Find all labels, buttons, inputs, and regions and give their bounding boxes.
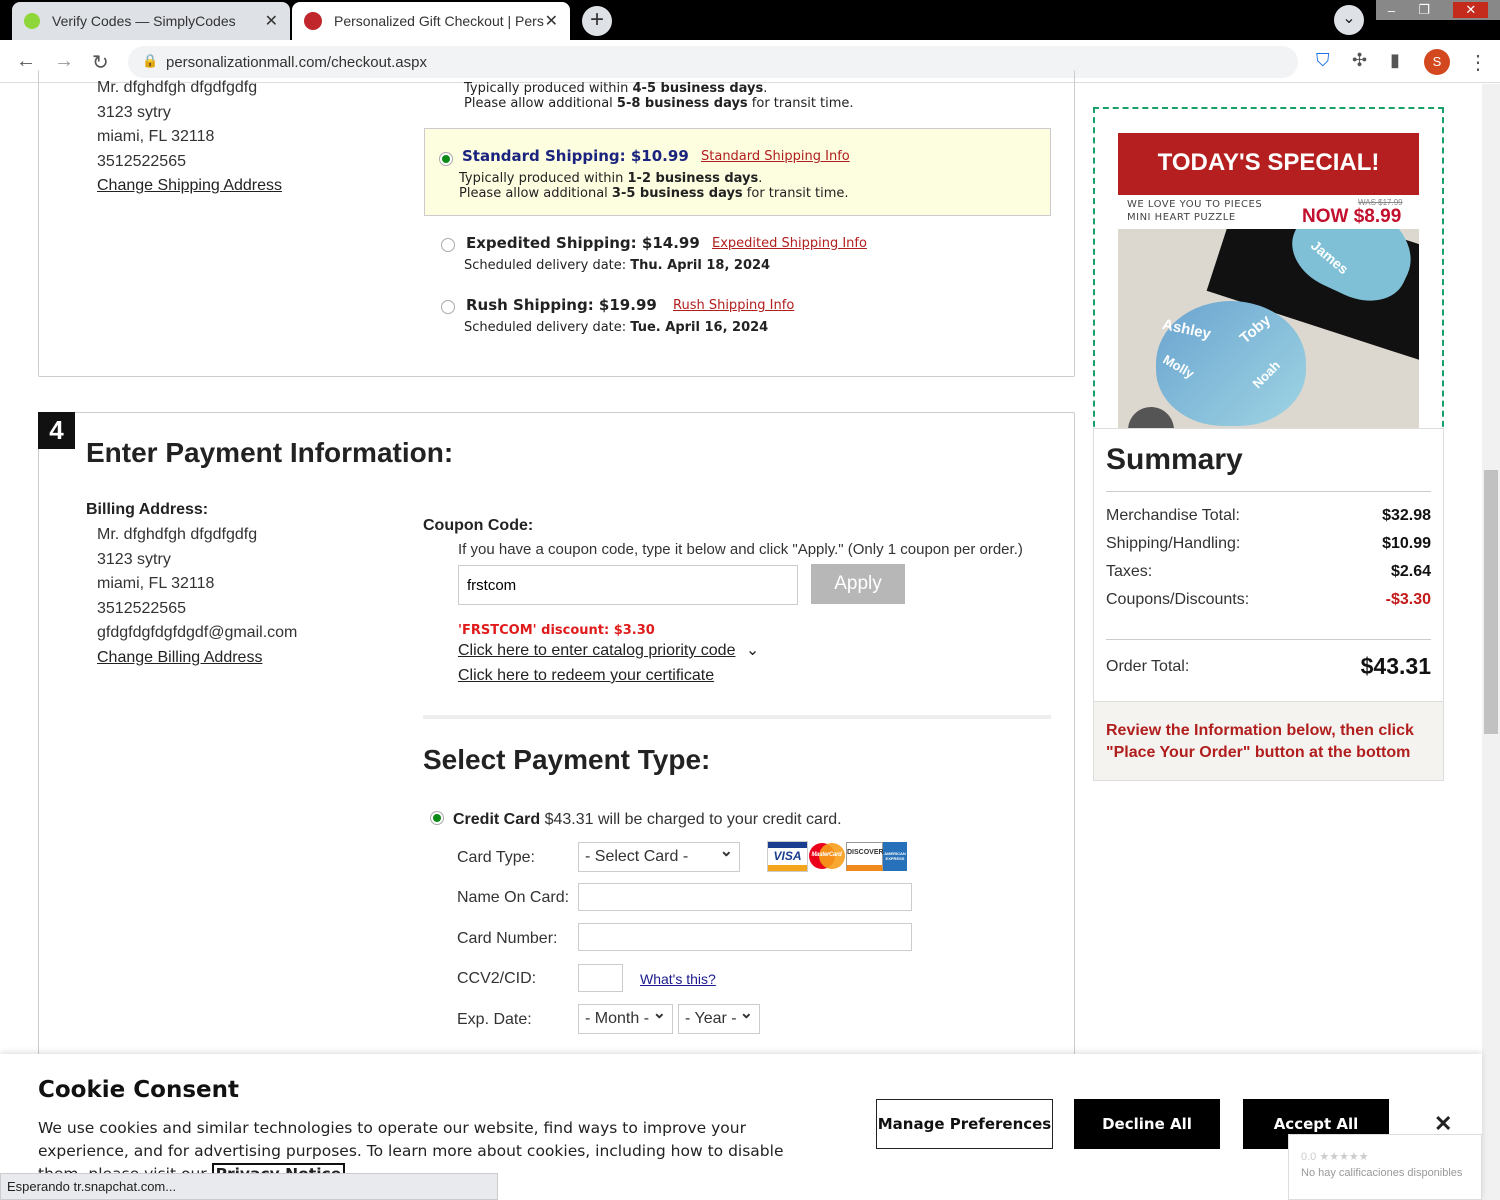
apply-coupon-button[interactable]: Apply — [811, 564, 905, 604]
change-shipping-address-link[interactable]: Change Shipping Address — [97, 177, 282, 194]
extensions-icon[interactable]: ✣ — [1352, 50, 1367, 71]
name-on-card-input[interactable] — [578, 883, 912, 911]
card-number-label: Card Number: — [457, 930, 558, 947]
billing-address: Mr. dfghdfgh dfgdfgdfg 3123 sytry miami, F… — [97, 526, 298, 666]
status-bar: Esperando tr.snapchat.com... — [0, 1173, 498, 1200]
simplycodes-icon — [24, 13, 40, 29]
redeem-certificate-link[interactable]: Click here to redeem your certificate — [458, 667, 714, 685]
menu-icon[interactable]: ⋮ — [1468, 50, 1488, 75]
coupon-label: Coupon Code: — [423, 517, 534, 534]
billing-label: Billing Address: — [86, 501, 209, 518]
mastercard-icon: MasterCard — [807, 842, 846, 871]
catalog-row: Click here to enter catalog priority cod… — [458, 640, 759, 660]
change-billing-address-link[interactable]: Change Billing Address — [97, 649, 262, 666]
discover-icon: DISCOVER — [846, 842, 884, 871]
option-title: Expedited Shipping: $14.99 — [466, 234, 700, 252]
lock-icon: 🔒 — [142, 53, 159, 68]
puzzle-product-image: James Ashley Toby Molly Noah — [1118, 229, 1419, 428]
catalog-priority-code-link[interactable]: Click here to enter catalog priority cod… — [458, 642, 735, 659]
tab-checkout[interactable]: Personalized Gift Checkout | Pers ✕ — [292, 2, 570, 40]
economy-shipping-details: Typically produced within 4-5 business d… — [464, 81, 854, 111]
tab-title: Personalized Gift Checkout | Pers — [334, 13, 544, 29]
shipping-option-rush[interactable]: Rush Shipping: $19.99 Rush Shipping Info… — [440, 294, 1040, 344]
manage-preferences-button[interactable]: Manage Preferences — [876, 1099, 1053, 1149]
rating-widget[interactable]: 0.0 ★★★★★ No hay calificaciones disponibl… — [1288, 1134, 1482, 1200]
payment-type-title: Select Payment Type: — [423, 744, 711, 775]
url-text: personalizationmall.com/checkout.aspx — [166, 54, 427, 71]
summary-row: Taxes: $2.64 — [1106, 563, 1431, 580]
tab-bar: Verify Codes — SimplyCodes ✕ Personalize… — [0, 0, 1500, 40]
exp-month-select[interactable]: - Month - — [578, 1003, 673, 1034]
credit-card-option: Credit Card $43.31 will be charged to yo… — [453, 811, 842, 828]
amex-icon: AMERICAN EXPRESS — [883, 842, 907, 871]
tab-search-button[interactable]: ⌄ — [1334, 5, 1364, 35]
whats-this-link[interactable]: What's this? — [640, 971, 716, 987]
rush-shipping-info-link[interactable]: Rush Shipping Info — [673, 298, 794, 313]
close-tab-icon[interactable]: ✕ — [265, 11, 278, 31]
shipping-option-expedited[interactable]: Expedited Shipping: $14.99 Expedited Shi… — [440, 232, 1040, 282]
shipping-option-standard[interactable]: Standard Shipping: $10.99 Standard Shipp… — [424, 128, 1051, 216]
option-title: Rush Shipping: $19.99 — [466, 296, 657, 314]
sidepanel-icon[interactable]: ▮ — [1390, 50, 1400, 71]
now-price: NOW $8.99 — [1302, 206, 1402, 227]
summary-row: Coupons/Discounts: -$3.30 — [1106, 591, 1431, 608]
discount-message: 'FRSTCOM' discount: $3.30 — [458, 623, 655, 638]
expedited-radio[interactable] — [441, 238, 455, 252]
chevron-down-icon[interactable]: ⌄ — [746, 642, 759, 659]
close-tab-icon[interactable]: ✕ — [545, 11, 558, 31]
back-icon[interactable]: ← — [16, 50, 36, 73]
new-tab-button[interactable]: + — [582, 6, 612, 36]
mastercard-label: MasterCard — [811, 852, 842, 858]
window-controls[interactable]: – ❐ ✕ — [1376, 0, 1500, 20]
decline-all-button[interactable]: Decline All — [1074, 1099, 1220, 1149]
card-number-input[interactable] — [578, 923, 912, 951]
card-type-label: Card Type: — [457, 849, 535, 866]
ccv-label: CCV2/CID: — [457, 970, 537, 987]
ccv-input[interactable] — [578, 964, 623, 992]
card-type-select[interactable]: - Select Card - — [578, 841, 740, 872]
credit-card-radio[interactable] — [430, 811, 444, 825]
exp-year-select[interactable]: - Year - — [678, 1003, 760, 1034]
standard-radio[interactable] — [439, 152, 453, 166]
tab-title: Verify Codes — SimplyCodes — [52, 13, 236, 29]
pm-icon — [304, 12, 322, 30]
summary-row: Merchandise Total: $32.98 — [1106, 507, 1431, 524]
step-number: 4 — [38, 412, 75, 449]
special-banner: TODAY'S SPECIAL! — [1118, 133, 1419, 195]
divider — [423, 715, 1051, 719]
summary-row: Shipping/Handling: $10.99 — [1106, 535, 1431, 552]
cookie-title: Cookie Consent — [38, 1077, 239, 1103]
exp-date-label: Exp. Date: — [457, 1011, 532, 1028]
profile-avatar[interactable]: S — [1424, 49, 1450, 75]
section-title: Enter Payment Information: — [86, 437, 454, 468]
product-name: WE LOVE YOU TO PIECES MINI HEART PUZZLE — [1127, 199, 1263, 223]
order-total: Order Total: $43.31 — [1106, 653, 1431, 679]
option-title: Standard Shipping: $10.99 — [462, 147, 689, 165]
name-on-card-label: Name On Card: — [457, 889, 570, 906]
visa-icon: VISA — [767, 841, 808, 872]
rush-radio[interactable] — [441, 300, 455, 314]
coupon-help: If you have a coupon code, type it below… — [458, 541, 1023, 558]
summary-title: Summary — [1106, 443, 1243, 476]
coupon-input[interactable] — [458, 565, 798, 605]
card-logos: VISA MasterCard DISCOVER AMERICAN EXPRES… — [767, 841, 907, 872]
shipping-address: Mr. dfghdfgh dfgdfgdfg 3123 sytry miami, F… — [97, 79, 283, 194]
shield-extension-icon[interactable]: ⛉ — [1316, 50, 1330, 71]
order-summary: Summary Merchandise Total: $32.98 Shippin… — [1093, 428, 1444, 781]
tab-simplycodes[interactable]: Verify Codes — SimplyCodes ✕ — [12, 2, 290, 40]
review-note: Review the Information below, then click… — [1094, 701, 1443, 780]
page-scrollbar[interactable] — [1482, 84, 1500, 1200]
standard-shipping-info-link[interactable]: Standard Shipping Info — [701, 149, 850, 164]
expedited-shipping-info-link[interactable]: Expedited Shipping Info — [712, 236, 867, 251]
